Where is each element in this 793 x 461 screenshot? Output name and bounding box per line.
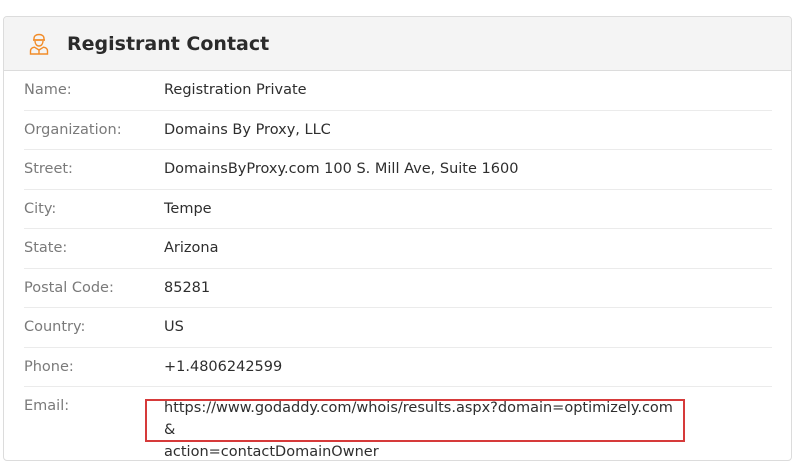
field-label: Phone: — [24, 358, 74, 375]
field-row-postal-code: Postal Code: 85281 — [24, 269, 772, 308]
field-value: +1.4806242599 — [164, 358, 283, 375]
email-line-1[interactable]: https://www.godaddy.com/whois/results.as… — [164, 400, 673, 438]
field-value: Domains By Proxy, LLC — [164, 121, 331, 138]
field-label: Name: — [24, 82, 72, 99]
field-value: Tempe — [164, 200, 212, 217]
card-title: Registrant Contact — [67, 32, 270, 55]
field-label: State: — [24, 240, 68, 257]
field-value: DomainsByProxy.com 100 S. Mill Ave, Suit… — [164, 161, 519, 178]
card-header: Registrant Contact — [4, 17, 791, 71]
field-label: Postal Code: — [24, 279, 114, 296]
field-row-city: City: Tempe — [24, 190, 772, 229]
user-contact-icon — [26, 31, 52, 57]
field-row-organization: Organization: Domains By Proxy, LLC — [24, 111, 772, 150]
field-row-phone: Phone: +1.4806242599 — [24, 348, 772, 387]
registrant-contact-card: Registrant Contact Name: Registration Pr… — [3, 16, 792, 461]
email-link[interactable]: https://www.godaddy.com/whois/results.as… — [164, 397, 684, 460]
email-line-2[interactable]: action=contactDomainOwner — [164, 444, 379, 460]
field-label: City: — [24, 200, 57, 217]
field-row-country: Country: US — [24, 308, 772, 348]
field-value: US — [164, 319, 184, 336]
field-label: Street: — [24, 161, 73, 178]
field-value: Registration Private — [164, 82, 307, 99]
field-value: 85281 — [164, 279, 211, 296]
field-row-name: Name: Registration Private — [24, 71, 772, 111]
field-label: Email: — [24, 398, 70, 414]
field-label: Country: — [24, 319, 86, 336]
field-value: Arizona — [164, 240, 219, 257]
field-row-email: Email: https://www.godaddy.com/whois/res… — [24, 387, 772, 460]
field-row-state: State: Arizona — [24, 229, 772, 269]
contact-fields: Name: Registration Private Organization:… — [24, 71, 772, 460]
field-row-street: Street: DomainsByProxy.com 100 S. Mill A… — [24, 150, 772, 190]
field-label: Organization: — [24, 121, 122, 138]
